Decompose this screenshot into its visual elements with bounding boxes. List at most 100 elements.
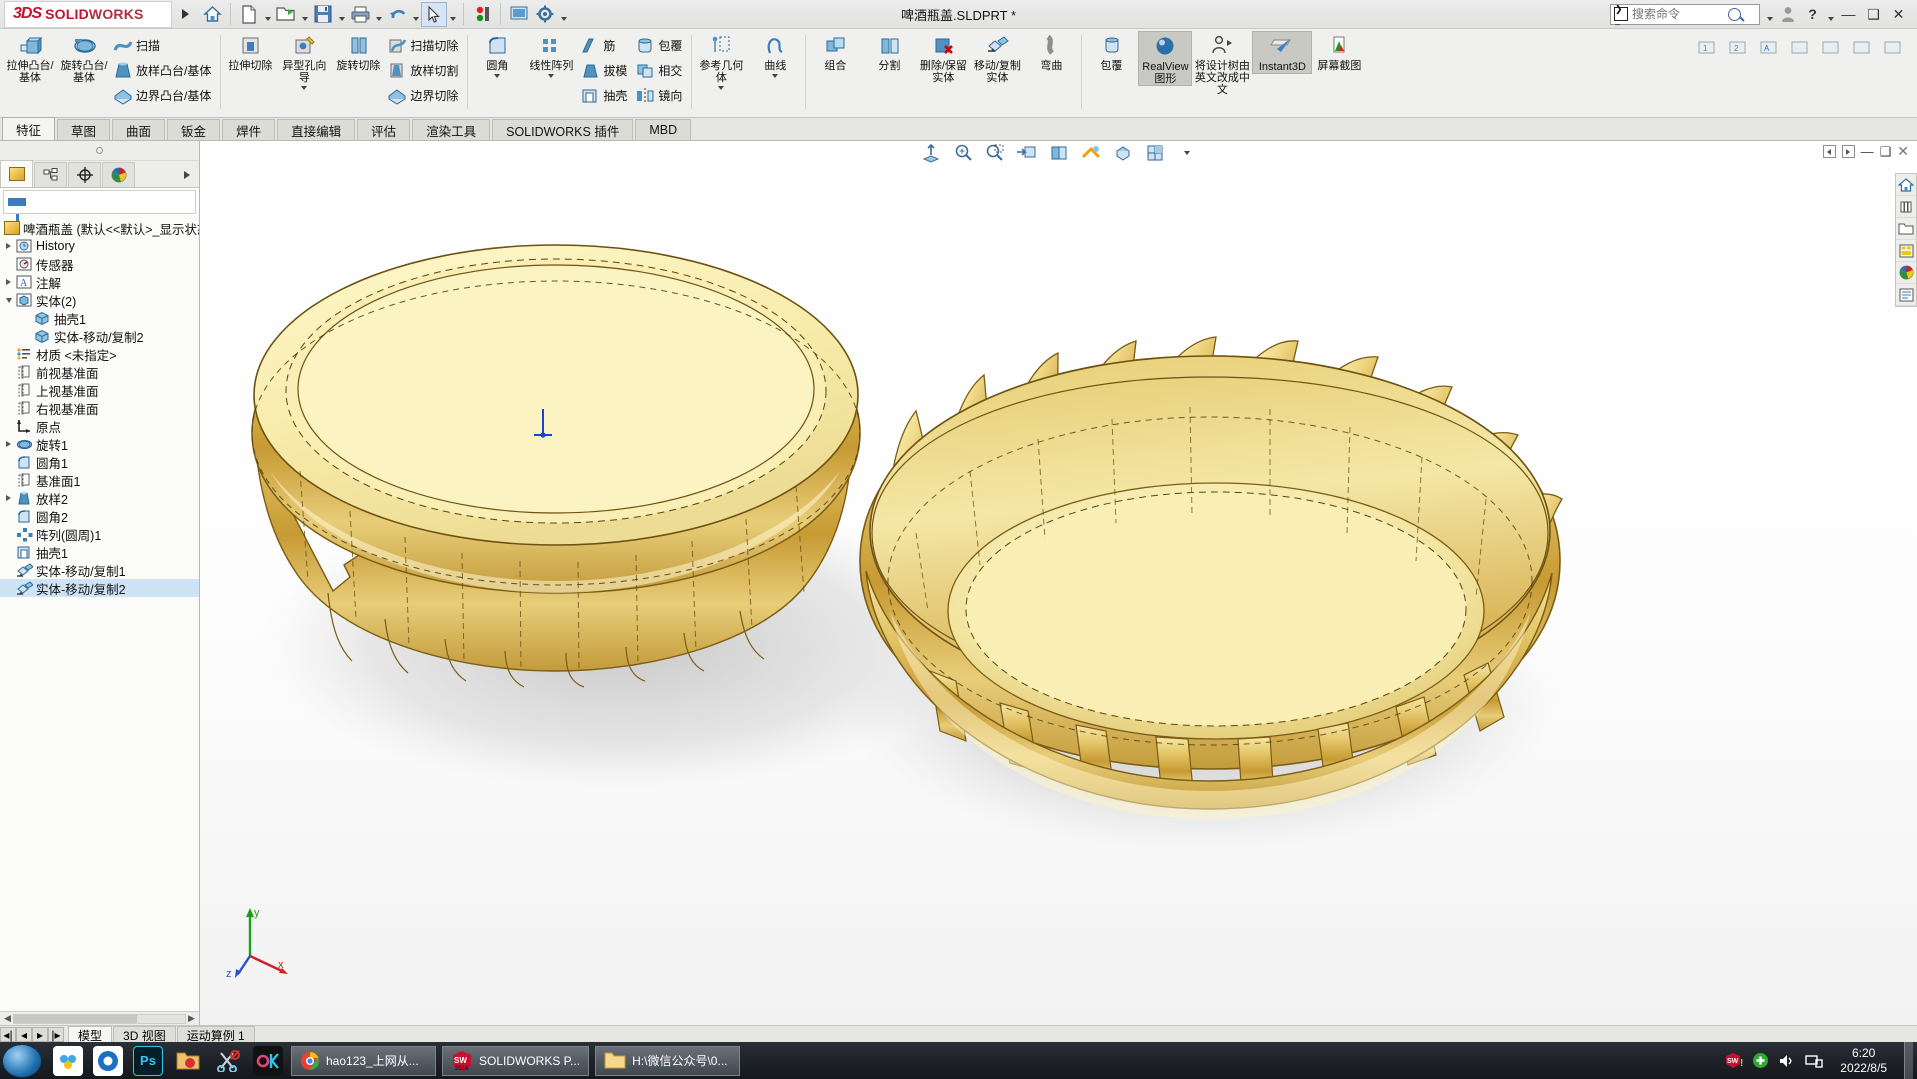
tree-node-11[interactable]: 旋转1 xyxy=(0,435,199,453)
panel-resize-handle[interactable] xyxy=(0,141,199,161)
taskbar-task-solidworks[interactable]: SW 2019 SOLIDWORKS P... xyxy=(442,1045,590,1076)
taskbar-icon-netease[interactable] xyxy=(53,1045,83,1076)
tree-node-4[interactable]: 抽壳1 xyxy=(0,309,199,327)
fillet-dropdown[interactable] xyxy=(470,74,524,78)
search-command-box[interactable]: ❯_ xyxy=(1610,3,1760,25)
ribbon-button-sweep-cut[interactable]: 扫描切除 xyxy=(385,33,464,58)
help-icon[interactable]: ? xyxy=(1800,2,1825,27)
ribbon-button-linear-pattern[interactable]: 线性阵列 xyxy=(524,31,578,72)
ribbon-button-revolve-boss[interactable]: 旋转凸台/基体 xyxy=(57,31,111,84)
tab-features[interactable]: 特征 xyxy=(2,117,56,140)
tree-node-12[interactable]: 圆角1 xyxy=(0,453,199,471)
tab-weldments[interactable]: 焊件 xyxy=(222,119,276,140)
model-bottle-caps[interactable] xyxy=(200,141,1917,1025)
display-settings-icon[interactable] xyxy=(506,2,532,27)
options-gear-icon[interactable] xyxy=(532,2,558,27)
ribbon-button-wrap[interactable]: 包覆 xyxy=(633,33,688,58)
tree-node-1[interactable]: 传感器 xyxy=(0,255,199,273)
new-doc-icon[interactable] xyxy=(236,2,262,27)
dimxpert-icon-4[interactable] xyxy=(1786,35,1812,60)
tab-nav-first[interactable]: ◂| xyxy=(0,1027,16,1042)
taskbar-task-explorer[interactable]: H:\微信公众号\0... xyxy=(595,1045,741,1076)
tree-expand-toggle[interactable] xyxy=(2,243,15,249)
tree-node-3[interactable]: 实体(2) xyxy=(0,291,199,309)
ribbon-button-shell[interactable]: 抽壳 xyxy=(578,83,633,108)
tree-node-17[interactable]: 抽壳1 xyxy=(0,543,199,561)
tree-node-6[interactable]: 材质 <未指定> xyxy=(0,345,199,363)
tree-node-9[interactable]: 右视基准面 xyxy=(0,399,199,417)
ribbon-button-hole-wizard[interactable]: 异型孔向导 xyxy=(277,31,331,84)
tab-sheetmetal[interactable]: 钣金 xyxy=(167,119,221,140)
tab-nav-prev[interactable]: ◂ xyxy=(16,1027,32,1042)
ribbon-button-flex[interactable]: 弯曲 xyxy=(1024,31,1078,72)
home-icon[interactable] xyxy=(199,2,225,27)
tree-node-0[interactable]: History xyxy=(0,237,199,255)
tree-expand-toggle[interactable] xyxy=(2,441,15,447)
ribbon-button-realview[interactable]: RealView 图形 xyxy=(1138,31,1193,86)
taskbar-icon-folder-red[interactable] xyxy=(173,1046,203,1076)
open-icon[interactable] xyxy=(273,2,299,27)
undo-icon[interactable] xyxy=(384,2,410,27)
tree-expand-toggle[interactable] xyxy=(2,495,15,501)
tree-node-8[interactable]: 上视基准面 xyxy=(0,381,199,399)
ribbon-button-delete-keep-body[interactable]: 删除/保留实体 xyxy=(916,31,970,84)
tree-horizontal-scrollbar[interactable]: ◀ ▶ xyxy=(0,1011,199,1025)
tab-nav-next[interactable]: ▸ xyxy=(32,1027,48,1042)
ribbon-button-extrude-boss[interactable]: 拉伸凸台/基体 xyxy=(3,31,57,84)
solidworks-logo[interactable]: 3DS SOLIDWORKS xyxy=(4,0,172,28)
start-button[interactable] xyxy=(2,1043,42,1078)
linear-pattern-dropdown[interactable] xyxy=(524,74,578,78)
property-manager-tab[interactable] xyxy=(34,162,67,187)
taskbar-icon-ok[interactable] xyxy=(253,1045,283,1076)
show-desktop-button[interactable] xyxy=(1904,1042,1913,1079)
open-dropdown[interactable] xyxy=(299,2,310,27)
configuration-manager-tab[interactable] xyxy=(68,162,101,187)
select-dropdown[interactable] xyxy=(447,2,458,27)
ribbon-button-combine[interactable]: 组合 xyxy=(808,31,862,72)
bottom-tab-motion-study[interactable]: 运动算例 1 xyxy=(176,1026,255,1043)
tree-node-18[interactable]: 实体-移动/复制1 xyxy=(0,561,199,579)
dimxpert-icon-5[interactable] xyxy=(1817,35,1843,60)
rebuild-icon[interactable] xyxy=(469,2,495,27)
user-account-icon[interactable] xyxy=(1775,2,1800,27)
dimxpert-icon-7[interactable] xyxy=(1879,35,1905,60)
ribbon-button-fillet[interactable]: 圆角 xyxy=(470,31,524,72)
feature-tree-tab[interactable] xyxy=(0,160,33,187)
expand-panel-arrow[interactable] xyxy=(176,162,198,187)
ribbon-button-boundary-boss[interactable]: 边界凸台/基体 xyxy=(111,83,217,108)
tree-node-19[interactable]: 实体-移动/复制2 xyxy=(0,579,199,597)
ribbon-button-wrap2[interactable]: 包覆 xyxy=(1084,31,1138,72)
help-dropdown[interactable] xyxy=(1825,2,1836,27)
ribbon-button-split[interactable]: 分割 xyxy=(862,31,916,72)
feature-tree[interactable]: 啤酒瓶盖 (默认<<默认>_显示状态 1>) History 传感器 A 注解实体(2… xyxy=(0,216,199,1011)
menu-expand-icon[interactable] xyxy=(182,9,189,19)
ribbon-button-screen-capture[interactable]: 屏幕截图 xyxy=(1312,31,1366,72)
bottom-tab-model[interactable]: 模型 xyxy=(68,1026,113,1043)
ribbon-button-extrude-cut[interactable]: 拉伸切除 xyxy=(223,31,277,72)
tab-sketch[interactable]: 草图 xyxy=(57,119,111,140)
hole-wizard-dropdown[interactable] xyxy=(277,86,331,90)
ribbon-button-move-copy-body[interactable]: 移动/复制实体 xyxy=(970,31,1024,84)
ribbon-button-tree-translate[interactable]: 将设计树由英文改成中文 xyxy=(1192,31,1252,96)
tab-direct-editing[interactable]: 直接编辑 xyxy=(277,119,356,140)
taskbar-task-chrome[interactable]: hao123_上网从... xyxy=(291,1045,436,1076)
print-dropdown[interactable] xyxy=(373,2,384,27)
tab-evaluate[interactable]: 评估 xyxy=(357,119,411,140)
tab-surfaces[interactable]: 曲面 xyxy=(112,119,166,140)
tree-node-5[interactable]: 实体-移动/复制2 xyxy=(0,327,199,345)
taskbar-icon-snip[interactable] xyxy=(213,1046,243,1076)
ribbon-button-loft-cut[interactable]: 放样切割 xyxy=(385,58,464,83)
tree-node-2[interactable]: A 注解 xyxy=(0,273,199,291)
display-manager-tab[interactable] xyxy=(102,162,135,187)
curves-dropdown[interactable] xyxy=(748,74,802,78)
ribbon-button-draft[interactable]: 拔模 xyxy=(578,58,633,83)
tab-render-tools[interactable]: 渲染工具 xyxy=(412,119,491,140)
dimxpert-icon-3[interactable]: A xyxy=(1755,35,1781,60)
taskbar-clock[interactable]: 6:20 2022/8/5 xyxy=(1832,1046,1895,1076)
save-dropdown[interactable] xyxy=(336,2,347,27)
tree-node-15[interactable]: 圆角2 xyxy=(0,507,199,525)
tree-expand-toggle[interactable] xyxy=(2,279,15,285)
tree-node-7[interactable]: 前视基准面 xyxy=(0,363,199,381)
scroll-right-arrow[interactable]: ▶ xyxy=(186,1013,197,1024)
tree-node-13[interactable]: 基准面1 xyxy=(0,471,199,489)
